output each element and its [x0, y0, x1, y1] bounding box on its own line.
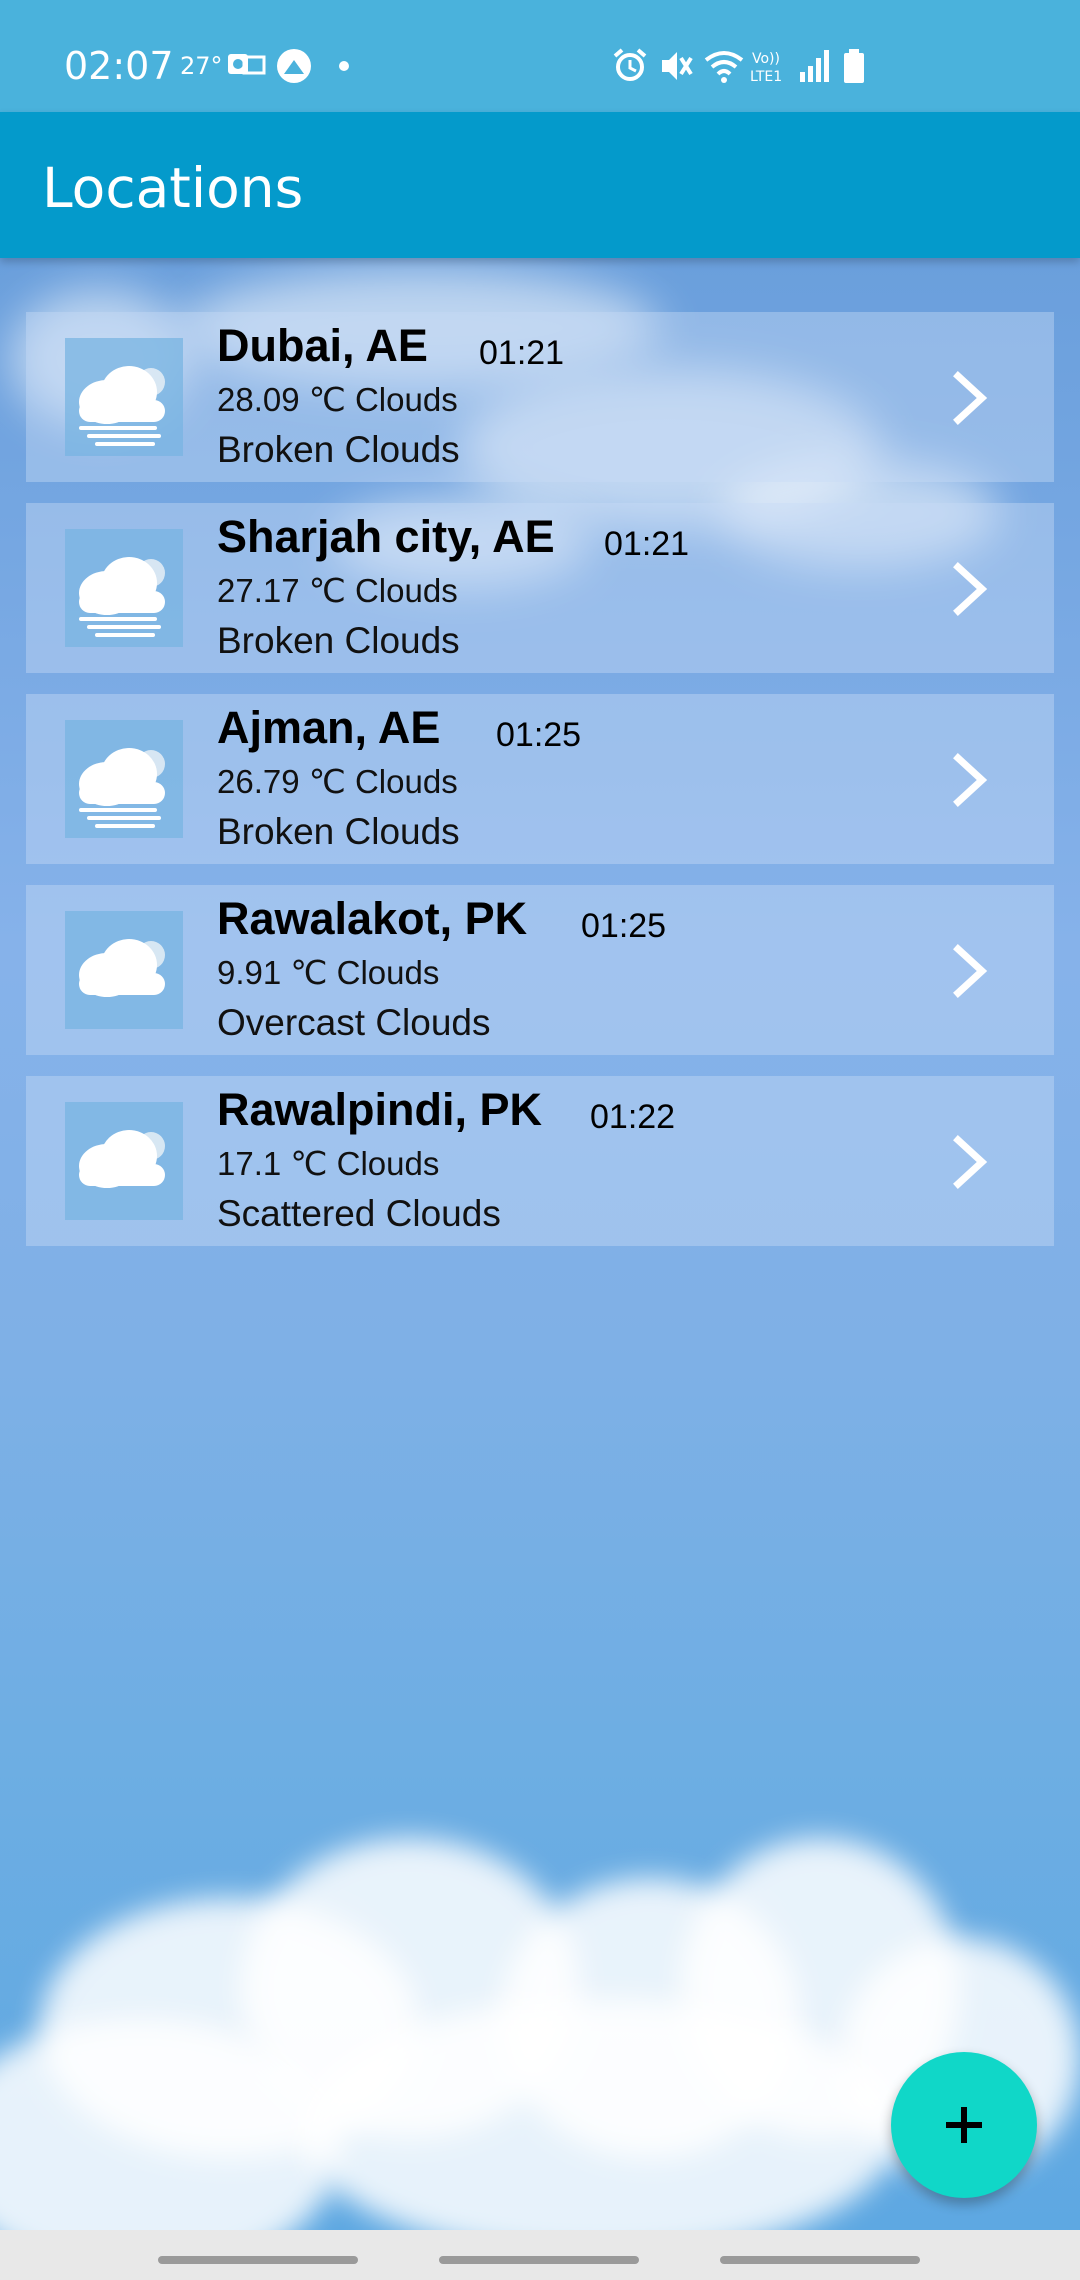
- svg-text:Vo)): Vo)): [752, 51, 780, 67]
- location-name: Rawalakot, PK: [217, 893, 528, 944]
- location-item[interactable]: Rawalakot, PK 01:25 9.91 ℃ Clouds Overcast …: [26, 885, 1054, 1055]
- chevron-right-icon[interactable]: [946, 561, 994, 617]
- location-description: Broken Clouds: [217, 811, 460, 852]
- location-item[interactable]: Rawalpindi, PK 01:22 17.1 ℃ Clouds Scattere…: [26, 1076, 1054, 1246]
- weather-thumbnail: [65, 338, 183, 456]
- location-description: Scattered Clouds: [217, 1193, 501, 1234]
- overcast-clouds-icon: [79, 939, 165, 997]
- location-temperature: 9.91 ℃ Clouds: [217, 954, 440, 991]
- nav-back-button[interactable]: [720, 2256, 920, 2264]
- wifi-icon: [704, 51, 744, 83]
- navigation-bar: [0, 2230, 1080, 2280]
- mute-icon: [662, 52, 693, 80]
- signal-icon: [800, 50, 829, 82]
- weather-thumbnail: [65, 529, 183, 647]
- location-name: Ajman, AE: [217, 702, 441, 753]
- location-time: 01:21: [479, 334, 565, 372]
- status-bar: 02:07 27° Vo)) LTE1: [0, 0, 1080, 112]
- location-description: Broken Clouds: [217, 620, 460, 661]
- page-title: Locations: [42, 156, 304, 220]
- app-bar: Locations: [0, 112, 1080, 258]
- broken-clouds-icon: [79, 748, 165, 828]
- battery-icon: [844, 49, 864, 83]
- alarm-icon: [613, 48, 647, 81]
- broken-clouds-icon: [79, 557, 165, 637]
- chevron-right-icon[interactable]: [946, 943, 994, 999]
- location-name: Rawalpindi, PK: [217, 1084, 543, 1135]
- location-description: Broken Clouds: [217, 429, 460, 470]
- status-time: 02:07: [64, 44, 174, 88]
- location-time: 01:21: [604, 525, 690, 563]
- dot-icon: [339, 61, 349, 71]
- nav-home-button[interactable]: [439, 2256, 639, 2264]
- status-temperature: 27°: [180, 52, 223, 80]
- location-name: Sharjah city, AE: [217, 511, 555, 562]
- weather-thumbnail: [65, 720, 183, 838]
- location-time: 01:25: [496, 716, 582, 754]
- chevron-right-icon[interactable]: [946, 370, 994, 426]
- location-name: Dubai, AE: [217, 320, 428, 371]
- location-list: Dubai, AE 01:21 28.09 ℃ Clouds Broken Cloud…: [26, 312, 1054, 1267]
- location-item[interactable]: Ajman, AE 01:25 26.79 ℃ Clouds Broken Cloud…: [26, 694, 1054, 864]
- location-time: 01:25: [581, 907, 667, 945]
- scattered-clouds-icon: [79, 1130, 165, 1188]
- add-location-button[interactable]: [891, 2052, 1037, 2198]
- svg-text:LTE1: LTE1: [750, 69, 782, 85]
- nav-recents-button[interactable]: [158, 2256, 358, 2264]
- location-temperature: 17.1 ℃ Clouds: [217, 1145, 440, 1182]
- location-temperature: 26.79 ℃ Clouds: [217, 763, 458, 800]
- weather-thumbnail: [65, 1102, 183, 1220]
- chevron-right-icon[interactable]: [946, 1134, 994, 1190]
- location-item[interactable]: Sharjah city, AE 01:21 27.17 ℃ Clouds Broke…: [26, 503, 1054, 673]
- location-description: Overcast Clouds: [217, 1002, 491, 1043]
- outlook-icon: [228, 54, 266, 75]
- volte-icon: Vo)) LTE1: [750, 51, 782, 85]
- location-temperature: 27.17 ℃ Clouds: [217, 572, 458, 609]
- location-item[interactable]: Dubai, AE 01:21 28.09 ℃ Clouds Broken Cloud…: [26, 312, 1054, 482]
- location-temperature: 28.09 ℃ Clouds: [217, 381, 458, 418]
- screen: 02:07 27° Vo)) LTE1 Locations Dubai, AE …: [0, 0, 1080, 2280]
- weather-thumbnail: [65, 911, 183, 1029]
- app-icon: [277, 49, 311, 83]
- plus-icon: [946, 2107, 982, 2143]
- broken-clouds-icon: [79, 366, 165, 446]
- location-time: 01:22: [590, 1098, 676, 1136]
- chevron-right-icon[interactable]: [946, 752, 994, 808]
